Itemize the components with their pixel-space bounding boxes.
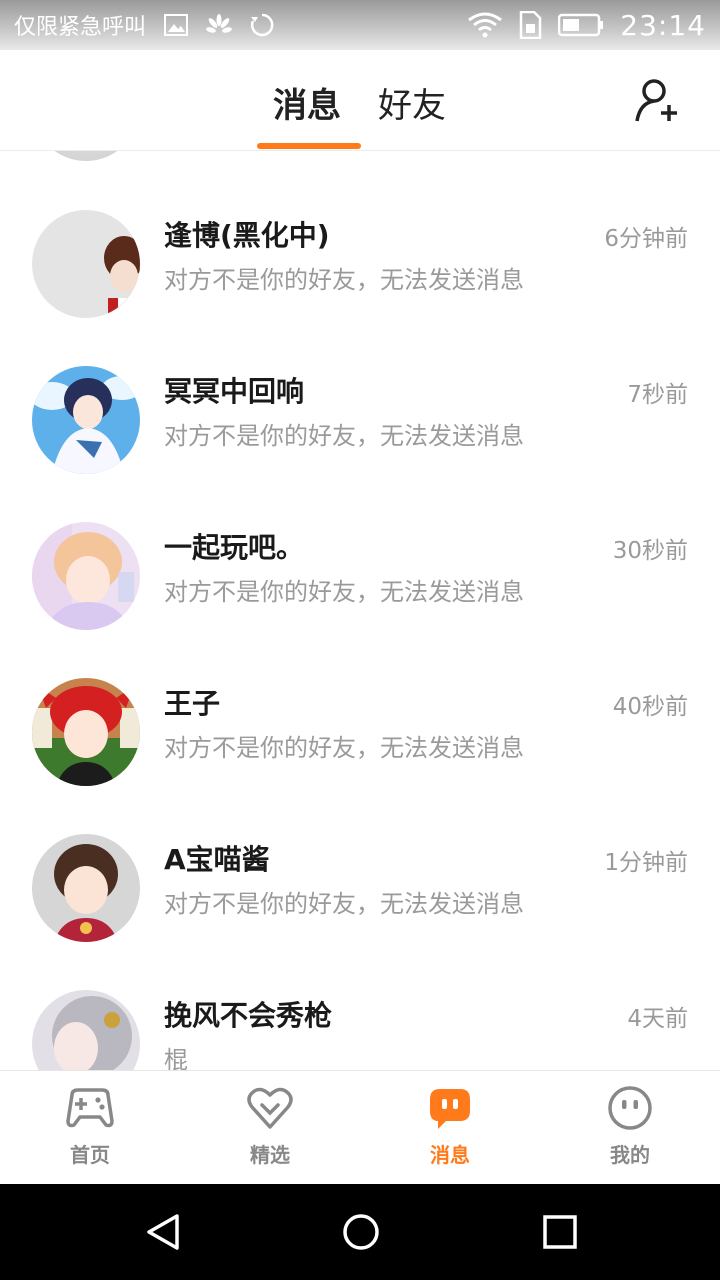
message-item[interactable]: 挽风不会秀枪 棍 4天前	[0, 982, 720, 1070]
huawei-icon	[206, 14, 232, 36]
message-item[interactable]: 一起玩吧。 对方不是你的好友，无法发送消息 30秒前	[0, 514, 720, 670]
image-icon	[164, 14, 189, 36]
recents-icon[interactable]	[540, 1212, 580, 1252]
avatar	[32, 990, 140, 1070]
avatar	[32, 151, 140, 161]
nav-item-messages[interactable]: 消息	[360, 1071, 540, 1185]
avatar	[32, 522, 140, 630]
avatar	[32, 366, 140, 474]
wifi-icon	[468, 12, 503, 38]
avatar	[32, 834, 140, 942]
contact-name: 逢博(黑化中)	[164, 219, 330, 252]
message-time: 7秒前	[627, 382, 688, 408]
gamepad-icon	[66, 1088, 114, 1128]
battery-icon	[558, 13, 604, 37]
nav-label: 首页	[70, 1143, 110, 1167]
nav-label: 消息	[430, 1143, 470, 1167]
nav-item-home[interactable]: 首页	[0, 1071, 180, 1185]
add-user-icon	[635, 79, 677, 122]
message-preview: 对方不是你的好友，无法发送消息	[164, 734, 524, 762]
message-preview: 对方不是你的好友，无法发送消息	[164, 578, 524, 606]
status-bar: 仅限紧急呼叫 23:14	[0, 0, 720, 50]
bottom-nav: 首页 精选 消息 我的	[0, 1070, 720, 1184]
sync-icon	[250, 13, 274, 37]
message-time: 6分钟前	[604, 226, 688, 252]
back-icon[interactable]	[143, 1212, 183, 1252]
sim-icon	[518, 11, 542, 39]
nav-label: 精选	[250, 1143, 290, 1167]
nav-item-profile[interactable]: 我的	[540, 1071, 720, 1185]
carrier-text: 仅限紧急呼叫	[14, 15, 147, 40]
message-time: 30秒前	[612, 538, 688, 564]
smiley-icon	[608, 1086, 652, 1130]
system-nav-bar	[0, 1184, 720, 1280]
app-header: 消息 好友	[0, 50, 720, 151]
message-item[interactable]: A宝喵酱 对方不是你的好友，无法发送消息 1分钟前	[0, 826, 720, 982]
tab-messages[interactable]: 消息	[273, 78, 341, 127]
home-icon[interactable]	[341, 1212, 381, 1252]
message-list[interactable]: 逢博(黑化中) 对方不是你的好友，无法发送消息 6分钟前 冥冥中回响 对方不是你…	[0, 151, 720, 1070]
add-friend-button[interactable]	[634, 77, 680, 123]
contact-name: 挽风不会秀枪	[164, 999, 333, 1032]
avatar	[32, 678, 140, 786]
heart-icon	[247, 1087, 293, 1129]
message-preview: 对方不是你的好友，无法发送消息	[164, 422, 524, 450]
tab-friends[interactable]: 好友	[378, 78, 446, 127]
message-time: 4天前	[627, 1006, 688, 1032]
nav-item-featured[interactable]: 精选	[180, 1071, 360, 1185]
message-preview: 棍	[164, 1046, 188, 1070]
message-preview: 对方不是你的好友，无法发送消息	[164, 890, 524, 918]
message-item[interactable]: 冥冥中回响 对方不是你的好友，无法发送消息 7秒前	[0, 358, 720, 514]
message-preview: 对方不是你的好友，无法发送消息	[164, 266, 524, 294]
clock: 23:14	[620, 8, 706, 42]
contact-name: 王子	[164, 687, 221, 720]
active-tab-indicator	[257, 143, 361, 149]
message-time: 1分钟前	[604, 850, 688, 876]
message-item[interactable]: 逢博(黑化中) 对方不是你的好友，无法发送消息 6分钟前	[0, 202, 720, 358]
contact-name: 冥冥中回响	[164, 375, 305, 408]
message-time: 40秒前	[612, 694, 688, 720]
nav-label: 我的	[610, 1143, 650, 1167]
contact-name: 一起玩吧。	[164, 531, 305, 564]
chat-icon	[430, 1089, 470, 1129]
contact-name: A宝喵酱	[164, 843, 270, 876]
message-item[interactable]: 王子 对方不是你的好友，无法发送消息 40秒前	[0, 670, 720, 826]
avatar	[32, 210, 140, 318]
